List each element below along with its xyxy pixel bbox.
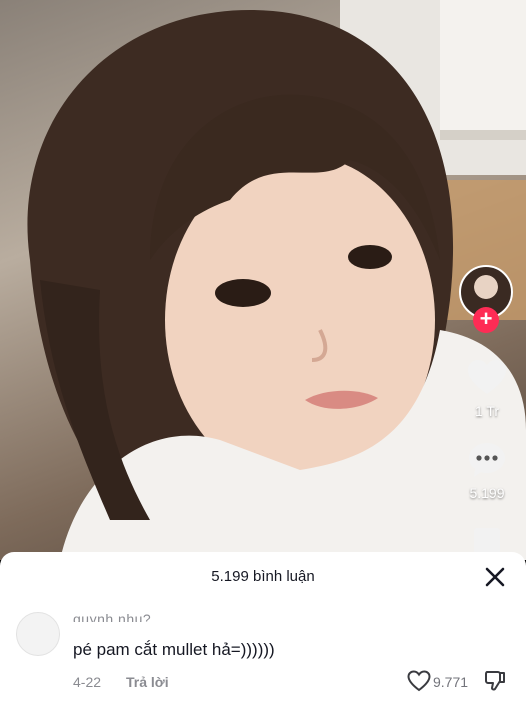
like-count: 1 Tr: [474, 403, 500, 419]
comments-header: 5.199 bình luận: [211, 568, 315, 585]
comment-bubble-icon: [469, 443, 505, 477]
heart-icon: [468, 360, 506, 394]
comment-heart-icon[interactable]: [407, 670, 431, 692]
commenter-avatar[interactable]: [16, 612, 60, 656]
video-frame[interactable]: [0, 0, 526, 560]
comment-button[interactable]: 5.199: [455, 442, 519, 501]
close-icon[interactable]: [484, 566, 506, 588]
comment-username[interactable]: quynh nhu?: [73, 611, 151, 622]
video-illustration: [27, 0, 526, 560]
comments-sheet: 5.199 bình luận quynh nhu? pé pam cắt mu…: [0, 552, 526, 702]
thumbs-down-icon[interactable]: [484, 670, 506, 692]
reply-button[interactable]: Trả lời: [126, 674, 169, 690]
follow-button[interactable]: +: [473, 307, 499, 333]
like-button[interactable]: 1 Tr: [455, 360, 519, 419]
comment-count: 5.199: [469, 485, 505, 501]
comment-text: pé pam cắt mullet hả=)))))): [73, 640, 275, 659]
comment-like-count: 9.771: [433, 674, 469, 690]
comment-date: 4-22: [73, 674, 102, 690]
